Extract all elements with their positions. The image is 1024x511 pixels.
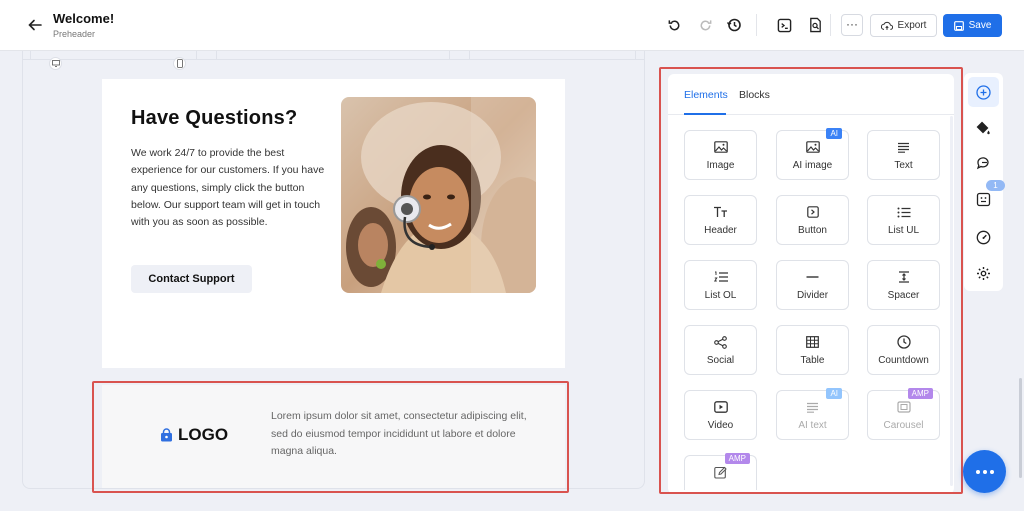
element-label: Header — [704, 225, 737, 236]
comments-icon[interactable] — [968, 148, 999, 178]
save-label: Save — [968, 20, 992, 31]
contact-support-button[interactable]: Contact Support — [131, 265, 252, 293]
image-icon — [685, 140, 756, 154]
notification-badge: 1 — [986, 180, 1005, 191]
add-element-icon[interactable] — [968, 77, 999, 107]
button-icon — [777, 205, 848, 219]
shopping-bag-icon — [161, 428, 172, 442]
back-arrow-icon[interactable] — [24, 14, 46, 36]
element-label: List UL — [887, 225, 920, 236]
tab-elements[interactable]: Elements — [684, 89, 728, 101]
panel-tabs: Elements Blocks — [668, 74, 954, 115]
element-image[interactable]: Image — [684, 130, 757, 180]
export-button[interactable]: Export — [870, 14, 937, 37]
element-label: Text — [894, 160, 913, 171]
form-icon — [685, 465, 756, 479]
divider-icon — [777, 270, 848, 284]
element-social[interactable]: Social — [684, 325, 757, 375]
code-icon[interactable] — [773, 14, 795, 36]
support-text[interactable]: We work 24/7 to provide the best experie… — [131, 145, 326, 231]
toolbar-divider — [756, 14, 757, 36]
more-button[interactable]: ··· — [841, 14, 863, 36]
element-ai-text[interactable]: AI AI text — [776, 388, 849, 440]
history-icon[interactable] — [723, 14, 745, 36]
page-subtitle[interactable]: Preheader — [53, 29, 95, 39]
cloud-upload-icon — [880, 21, 893, 30]
undo-icon[interactable] — [663, 14, 685, 36]
speedometer-icon[interactable] — [968, 222, 999, 252]
element-text[interactable]: Text — [867, 130, 940, 180]
redo-icon[interactable] — [694, 14, 716, 36]
element-label: Social — [706, 355, 735, 366]
element-form[interactable]: AMP — [684, 453, 757, 490]
export-label: Export — [897, 20, 927, 31]
element-table[interactable]: Table — [776, 325, 849, 375]
element-ai-image[interactable]: AI AI image — [776, 128, 849, 180]
element-label: AI text — [798, 420, 827, 431]
countdown-icon — [868, 335, 939, 349]
element-list-ol[interactable]: List OL — [684, 260, 757, 310]
element-label: Button — [798, 225, 827, 236]
element-label: AI image — [792, 160, 833, 171]
preview-icon[interactable] — [804, 14, 826, 36]
amp-badge: AMP — [907, 388, 933, 399]
spacer-icon — [868, 270, 939, 284]
element-list-ul[interactable]: List UL — [867, 195, 940, 245]
element-label: Table — [800, 355, 825, 366]
list-ol-icon — [685, 270, 756, 284]
element-spacer[interactable]: Spacer — [867, 260, 940, 310]
element-video[interactable]: Video — [684, 390, 757, 440]
width-ruler — [22, 51, 645, 60]
video-icon — [685, 400, 756, 414]
save-icon — [953, 20, 964, 31]
support-heading[interactable]: Have Questions? — [131, 107, 297, 130]
more-actions-button[interactable] — [963, 450, 1006, 493]
paint-bucket-icon[interactable] — [968, 113, 999, 143]
element-label: List OL — [704, 290, 737, 301]
social-icon — [685, 335, 756, 349]
ai-badge: AI — [826, 128, 842, 139]
element-countdown[interactable]: Countdown — [867, 325, 940, 375]
ai-image-icon — [777, 140, 848, 154]
text-icon — [868, 140, 939, 154]
element-label: Spacer — [887, 290, 920, 301]
element-label: Carousel — [883, 420, 924, 431]
footer-logo-text: LOGO — [178, 425, 229, 444]
header-icon — [685, 205, 756, 219]
page-title: Welcome! — [53, 11, 115, 26]
save-button[interactable]: Save — [943, 14, 1002, 37]
amp-badge: AMP — [724, 453, 750, 464]
element-carousel[interactable]: AMP Carousel — [867, 388, 940, 440]
element-divider[interactable]: Divider — [776, 260, 849, 310]
active-tab-indicator — [684, 113, 726, 115]
element-button[interactable]: Button — [776, 195, 849, 245]
footer-logo[interactable]: LOGO — [160, 425, 228, 445]
element-label: Countdown — [878, 355, 929, 366]
footer-text[interactable]: Lorem ipsum dolor sit amet, consectetur … — [271, 408, 541, 461]
list-ul-icon — [868, 205, 939, 219]
ai-text-icon — [777, 400, 848, 414]
element-label: Divider — [796, 290, 829, 301]
tab-blocks[interactable]: Blocks — [739, 89, 770, 101]
element-header[interactable]: Header — [684, 195, 757, 245]
desktop-icon[interactable] — [49, 57, 62, 70]
toolbar-divider — [830, 14, 831, 36]
support-agent-photo[interactable] — [341, 97, 536, 293]
element-label: Image — [706, 160, 735, 171]
panel-scrollbar[interactable] — [950, 116, 953, 486]
ai-badge: AI — [826, 388, 842, 399]
mobile-icon[interactable] — [173, 57, 186, 70]
element-label: Video — [707, 420, 734, 431]
carousel-icon — [868, 400, 939, 414]
page-scrollbar[interactable] — [1019, 378, 1022, 478]
top-bar: Welcome! Preheader ··· Export Save — [0, 0, 1024, 51]
table-icon — [777, 335, 848, 349]
gear-icon[interactable] — [968, 258, 999, 288]
